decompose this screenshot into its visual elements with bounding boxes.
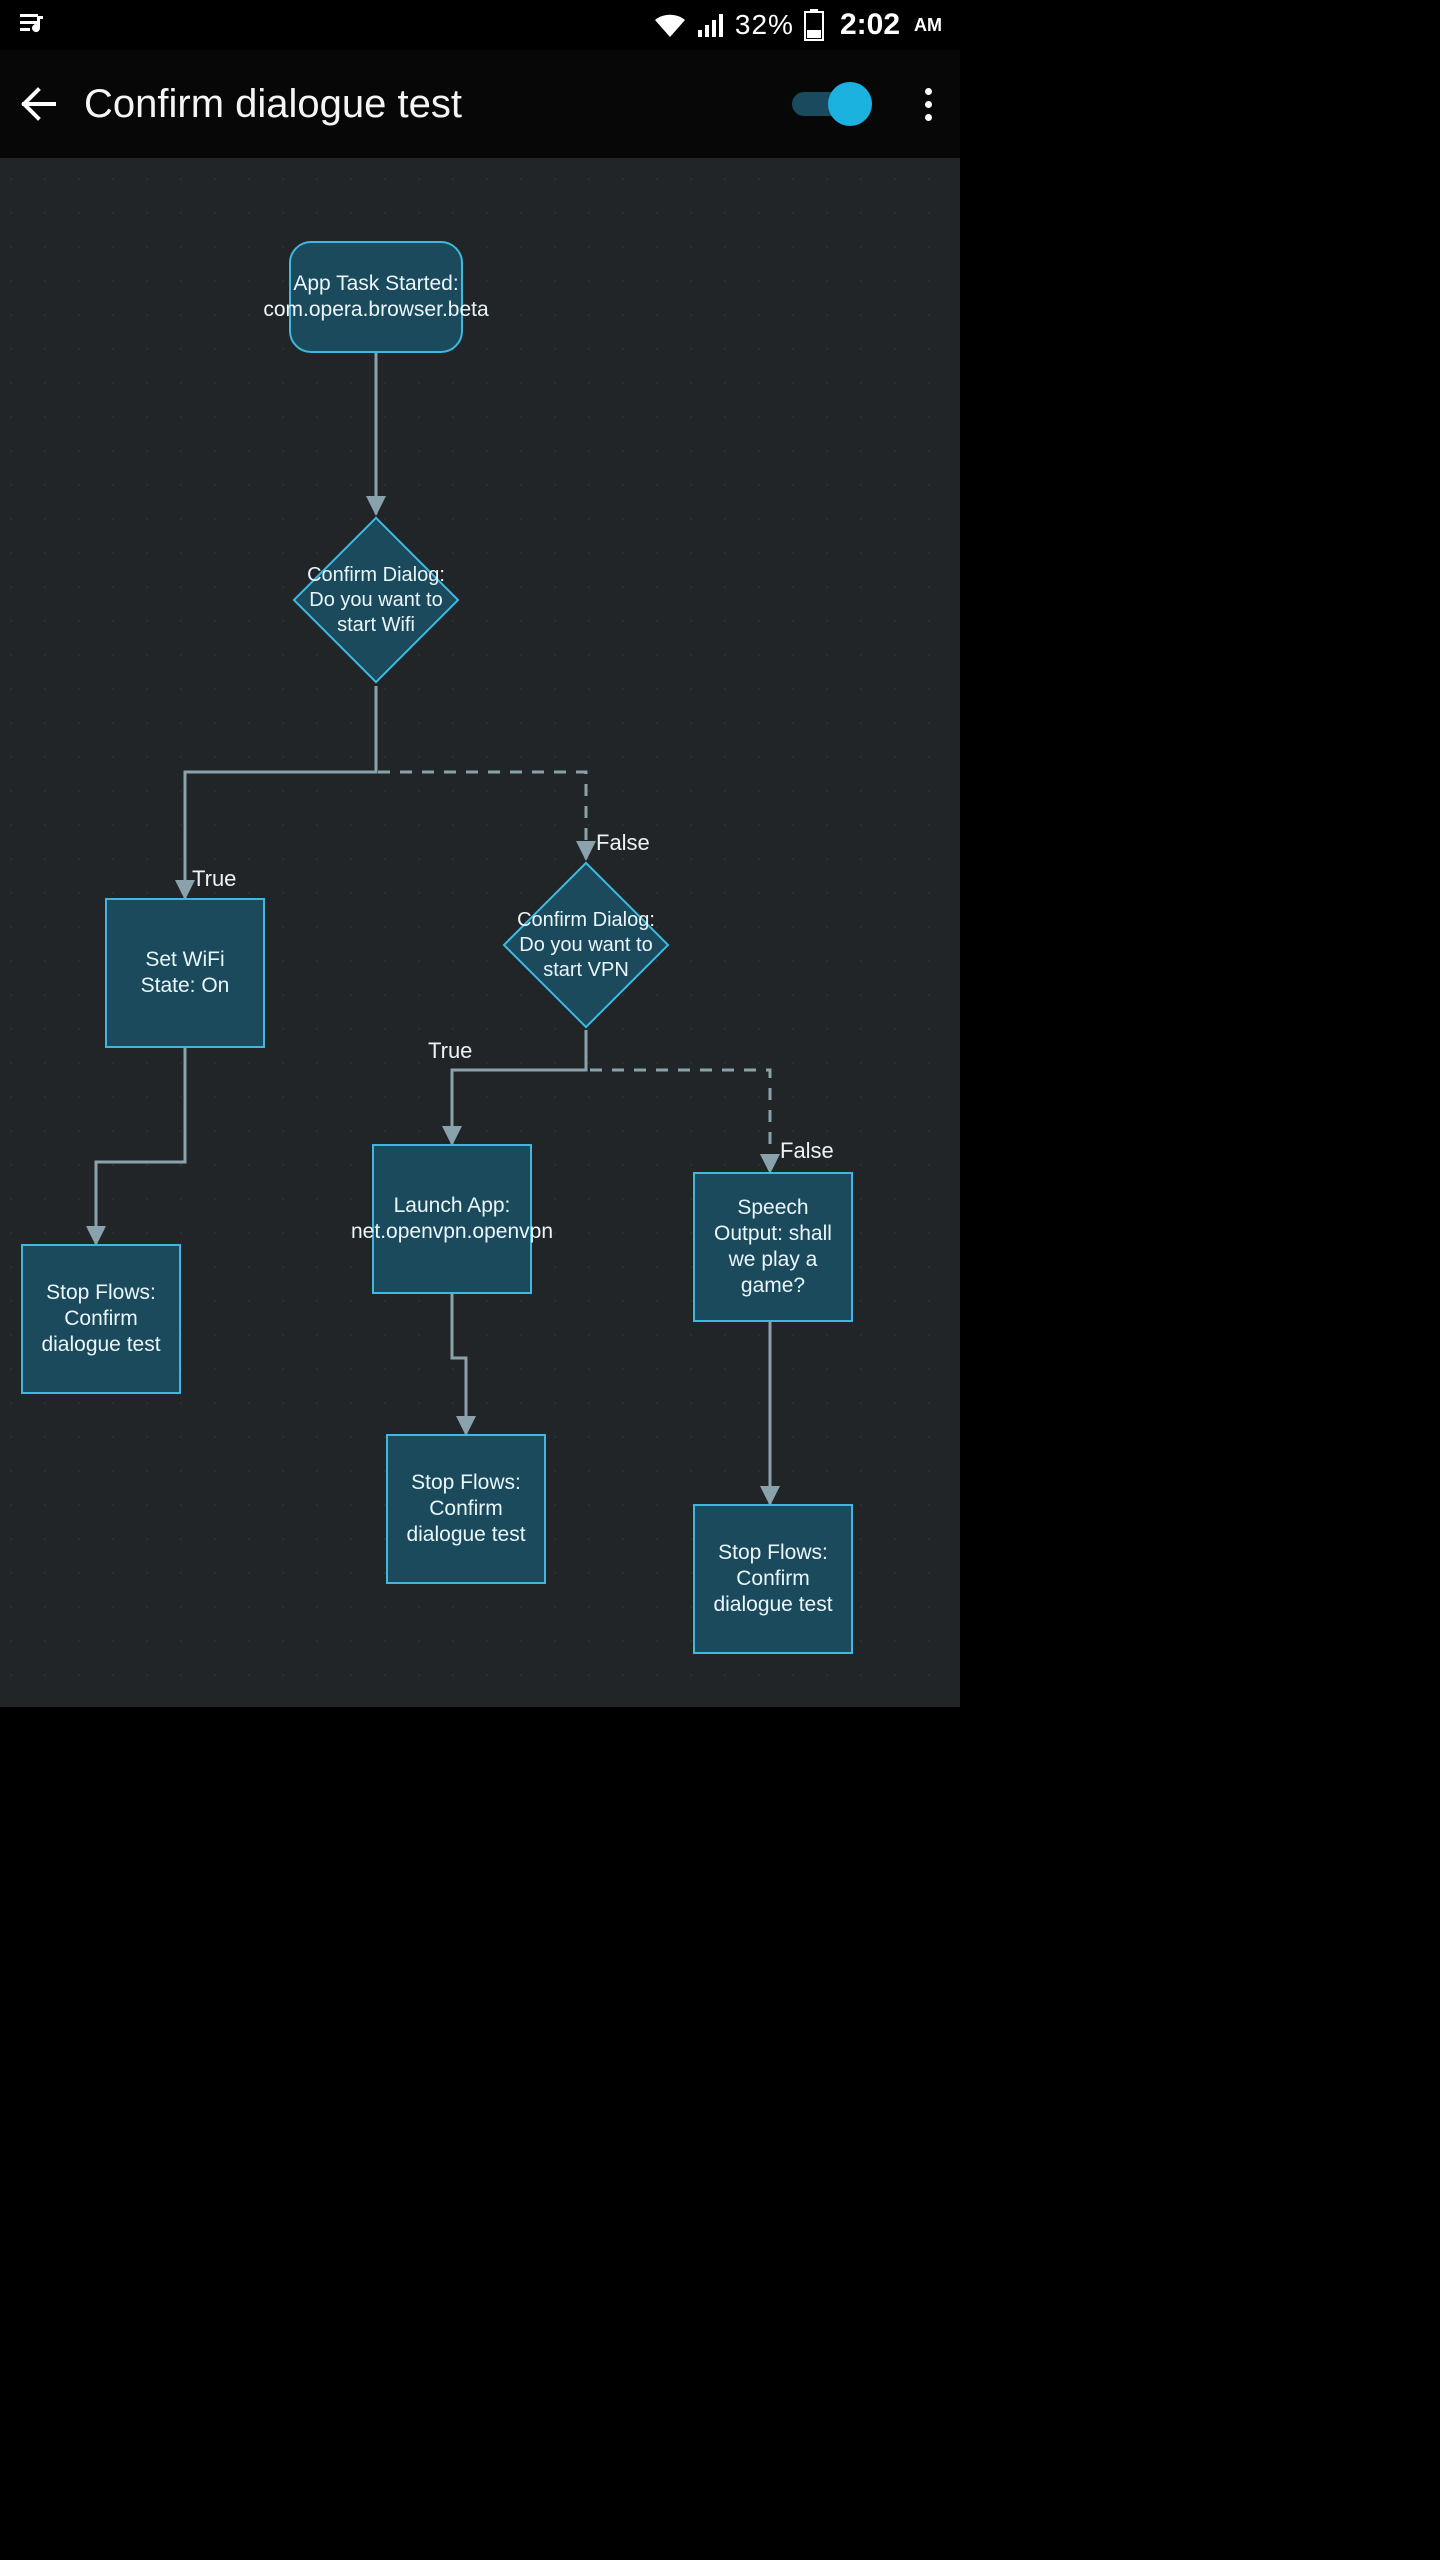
battery-icon bbox=[804, 9, 824, 41]
flow-canvas[interactable]: App Task Started: com.opera.browser.beta… bbox=[0, 158, 960, 1707]
status-bar: 32% 2:02 AM bbox=[0, 0, 960, 50]
node-label: Confirm Dialog: Do you want to start Wif… bbox=[296, 563, 456, 638]
node-label: Stop Flows: Confirm dialogue test bbox=[398, 1470, 534, 1549]
node-label: Stop Flows: Confirm dialogue test bbox=[33, 1280, 169, 1359]
node-stop-flows-1[interactable]: Stop Flows: Confirm dialogue test bbox=[21, 1244, 181, 1394]
node-stop-flows-2[interactable]: Stop Flows: Confirm dialogue test bbox=[386, 1434, 546, 1584]
node-label: Set WiFi State: On bbox=[117, 947, 253, 1000]
node-label: App Task Started: com.opera.browser.beta bbox=[263, 271, 488, 324]
clock-time: 2:02 bbox=[840, 8, 900, 42]
node-confirm-dialog-wifi[interactable]: Confirm Dialog: Do you want to start Wif… bbox=[290, 514, 462, 686]
node-start-event[interactable]: App Task Started: com.opera.browser.beta bbox=[289, 241, 463, 353]
flow-enabled-toggle[interactable] bbox=[792, 82, 872, 126]
back-arrow-icon[interactable] bbox=[14, 80, 62, 128]
battery-percent: 32% bbox=[735, 9, 794, 41]
overflow-menu-icon[interactable] bbox=[910, 80, 946, 128]
clock-ampm: AM bbox=[914, 15, 942, 36]
node-label: Speech Output: shall we play a game? bbox=[705, 1195, 841, 1300]
music-playlist-icon bbox=[18, 10, 48, 40]
node-speech-output[interactable]: Speech Output: shall we play a game? bbox=[693, 1172, 853, 1322]
node-stop-flows-3[interactable]: Stop Flows: Confirm dialogue test bbox=[693, 1504, 853, 1654]
node-label: Confirm Dialog: Do you want to start VPN bbox=[506, 908, 666, 983]
edge-label-true: True bbox=[428, 1038, 472, 1064]
page-title: Confirm dialogue test bbox=[84, 82, 770, 127]
node-label: Stop Flows: Confirm dialogue test bbox=[705, 1540, 841, 1619]
edge-label-false: False bbox=[780, 1138, 834, 1164]
node-confirm-dialog-vpn[interactable]: Confirm Dialog: Do you want to start VPN bbox=[500, 859, 672, 1031]
edge-label-true: True bbox=[192, 866, 236, 892]
app-bar: Confirm dialogue test bbox=[0, 50, 960, 158]
node-set-wifi-on[interactable]: Set WiFi State: On bbox=[105, 898, 265, 1048]
edge-label-false: False bbox=[596, 830, 650, 856]
node-launch-app[interactable]: Launch App: net.openvpn.openvpn bbox=[372, 1144, 532, 1294]
cell-signal-icon bbox=[697, 12, 725, 38]
wifi-icon bbox=[653, 11, 687, 39]
node-label: Launch App: net.openvpn.openvpn bbox=[351, 1193, 553, 1246]
